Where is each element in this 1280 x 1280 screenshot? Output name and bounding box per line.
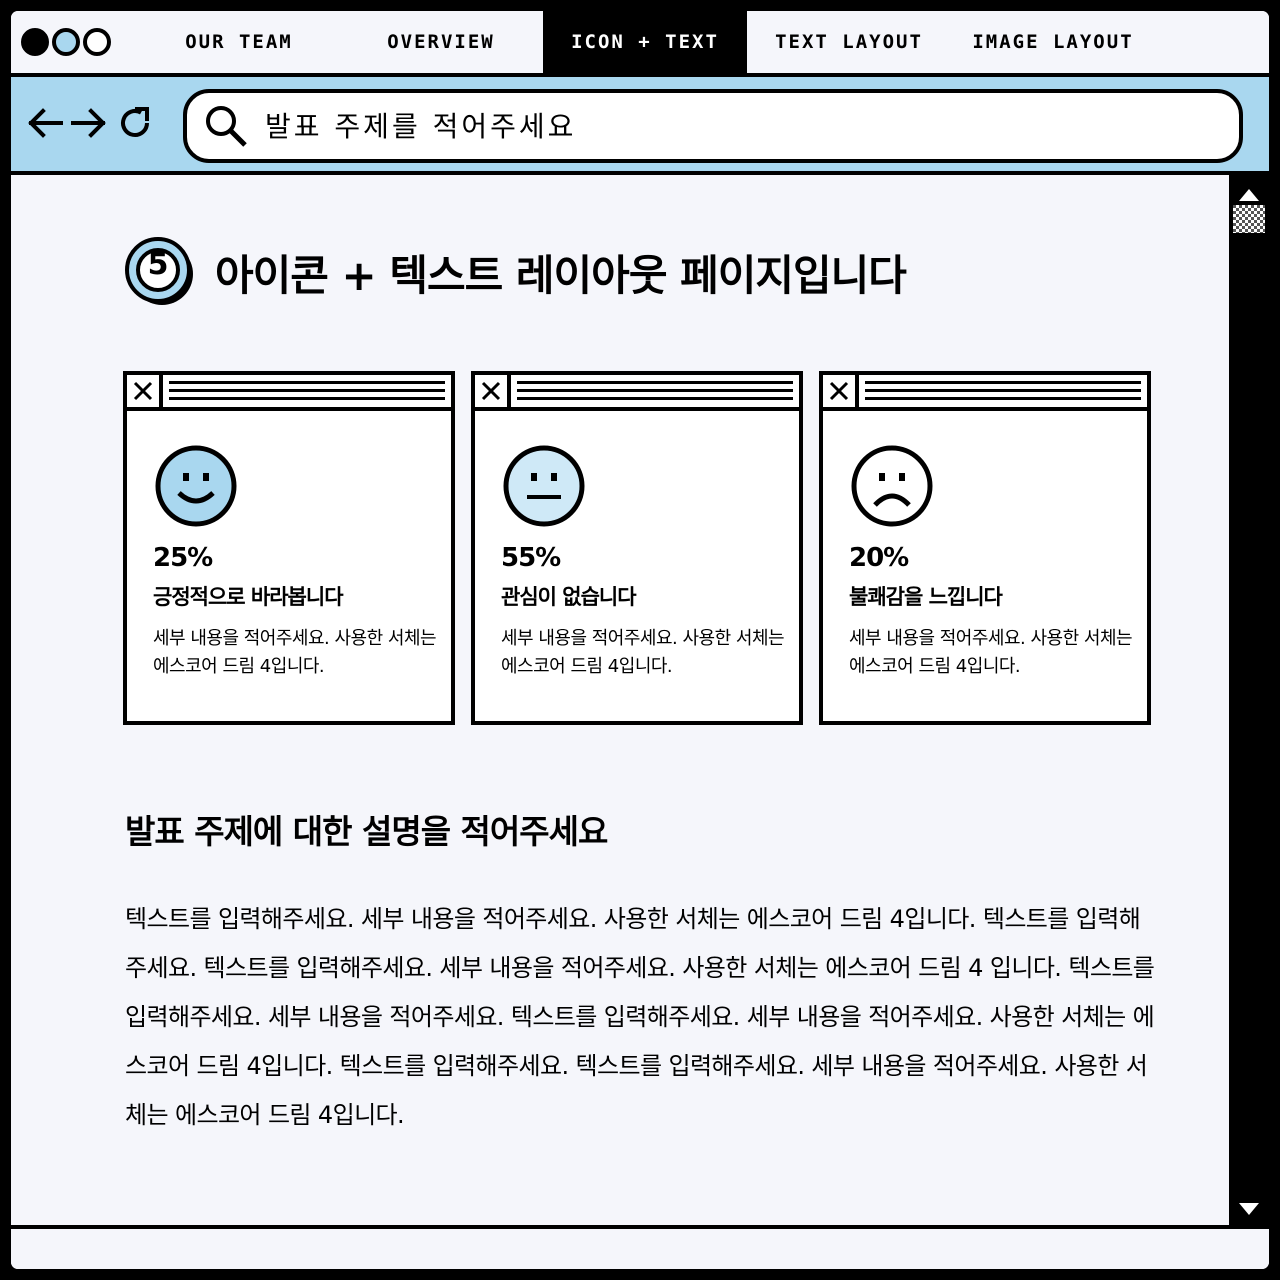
- frown-face-icon: [851, 445, 933, 527]
- card-percent: 55%: [501, 543, 561, 573]
- card-close-button[interactable]: [475, 375, 511, 407]
- arrow-right-icon: [71, 108, 106, 138]
- card-description: 세부 내용을 적어주세요. 사용한 서체는 에스코어 드림 4입니다.: [849, 628, 1133, 677]
- vertical-scrollbar[interactable]: [1229, 175, 1269, 1227]
- titlebar-lines: [511, 375, 799, 407]
- arrow-left-icon: [28, 108, 63, 138]
- tab-overview[interactable]: OVERVIEW: [339, 11, 543, 73]
- titlebar-lines: [859, 375, 1147, 407]
- page-content: 5 아이콘 + 텍스트 레이아웃 페이지입니다 25% 긍정적으로 바라봅니다 …: [11, 175, 1233, 1227]
- window-dot-blue[interactable]: [52, 28, 80, 56]
- card-percent: 25%: [153, 543, 213, 573]
- tab-icon-text[interactable]: ICON + TEXT: [543, 11, 747, 73]
- smile-face-icon: [155, 445, 237, 527]
- page-number-badge: 5: [123, 235, 197, 309]
- neutral-face-icon: [503, 445, 585, 527]
- scroll-up-button[interactable]: [1235, 183, 1263, 207]
- card-close-button[interactable]: [127, 375, 163, 407]
- card-titlebar: [127, 375, 451, 411]
- scroll-down-button[interactable]: [1235, 1197, 1263, 1221]
- description-heading: 발표 주제에 대한 설명을 적어주세요: [125, 812, 608, 851]
- search-icon: [206, 106, 247, 147]
- forward-button[interactable]: [69, 103, 109, 143]
- browser-window: OUR TEAM OVERVIEW ICON + TEXT TEXT LAYOU…: [8, 8, 1272, 1272]
- stat-card-negative: 20% 불쾌감을 느낍니다 세부 내용을 적어주세요. 사용한 서체는 에스코어…: [819, 371, 1151, 725]
- card-titlebar: [475, 375, 799, 411]
- close-icon: [829, 381, 849, 401]
- tab-bar: OUR TEAM OVERVIEW ICON + TEXT TEXT LAYOU…: [11, 11, 1269, 77]
- back-button[interactable]: [25, 103, 65, 143]
- address-bar: [11, 77, 1269, 175]
- card-titlebar: [823, 375, 1147, 411]
- tab-image-layout[interactable]: IMAGE LAYOUT: [951, 11, 1155, 73]
- close-icon: [133, 381, 153, 401]
- card-title: 관심이 없습니다: [501, 585, 637, 609]
- card-close-button[interactable]: [823, 375, 859, 407]
- status-bar: [11, 1225, 1269, 1269]
- scroll-thumb[interactable]: [1233, 205, 1265, 233]
- stat-card-positive: 25% 긍정적으로 바라봅니다 세부 내용을 적어주세요. 사용한 서체는 에스…: [123, 371, 455, 725]
- search-input[interactable]: [265, 109, 1225, 143]
- close-icon: [481, 381, 501, 401]
- description-body: 텍스트를 입력해주세요. 세부 내용을 적어주세요. 사용한 서체는 에스코어 …: [125, 905, 1155, 1129]
- card-percent: 20%: [849, 543, 909, 573]
- window-dot-black[interactable]: [21, 28, 49, 56]
- titlebar-lines: [163, 375, 451, 407]
- triangle-up-icon: [1239, 189, 1259, 201]
- card-description: 세부 내용을 적어주세요. 사용한 서체는 에스코어 드림 4입니다.: [501, 628, 785, 677]
- card-title: 불쾌감을 느낍니다: [849, 585, 1003, 609]
- triangle-down-icon: [1239, 1203, 1259, 1215]
- page-heading: 5 아이콘 + 텍스트 레이아웃 페이지입니다: [123, 235, 907, 309]
- refresh-button[interactable]: [115, 103, 155, 143]
- window-controls: [11, 11, 139, 73]
- page-number: 5: [147, 247, 169, 282]
- window-dot-white[interactable]: [83, 28, 111, 56]
- card-title: 긍정적으로 바라봅니다: [153, 585, 344, 609]
- stat-cards: 25% 긍정적으로 바라봅니다 세부 내용을 적어주세요. 사용한 서체는 에스…: [123, 371, 1167, 725]
- page-title: 아이콘 + 텍스트 레이아웃 페이지입니다: [215, 250, 907, 300]
- card-description: 세부 내용을 적어주세요. 사용한 서체는 에스코어 드림 4입니다.: [153, 628, 437, 677]
- search-box[interactable]: [183, 89, 1243, 163]
- stat-card-neutral: 55% 관심이 없습니다 세부 내용을 적어주세요. 사용한 서체는 에스코어 …: [471, 371, 803, 725]
- tab-text-layout[interactable]: TEXT LAYOUT: [747, 11, 951, 73]
- refresh-icon: [121, 107, 149, 137]
- tab-our-team[interactable]: OUR TEAM: [139, 11, 339, 73]
